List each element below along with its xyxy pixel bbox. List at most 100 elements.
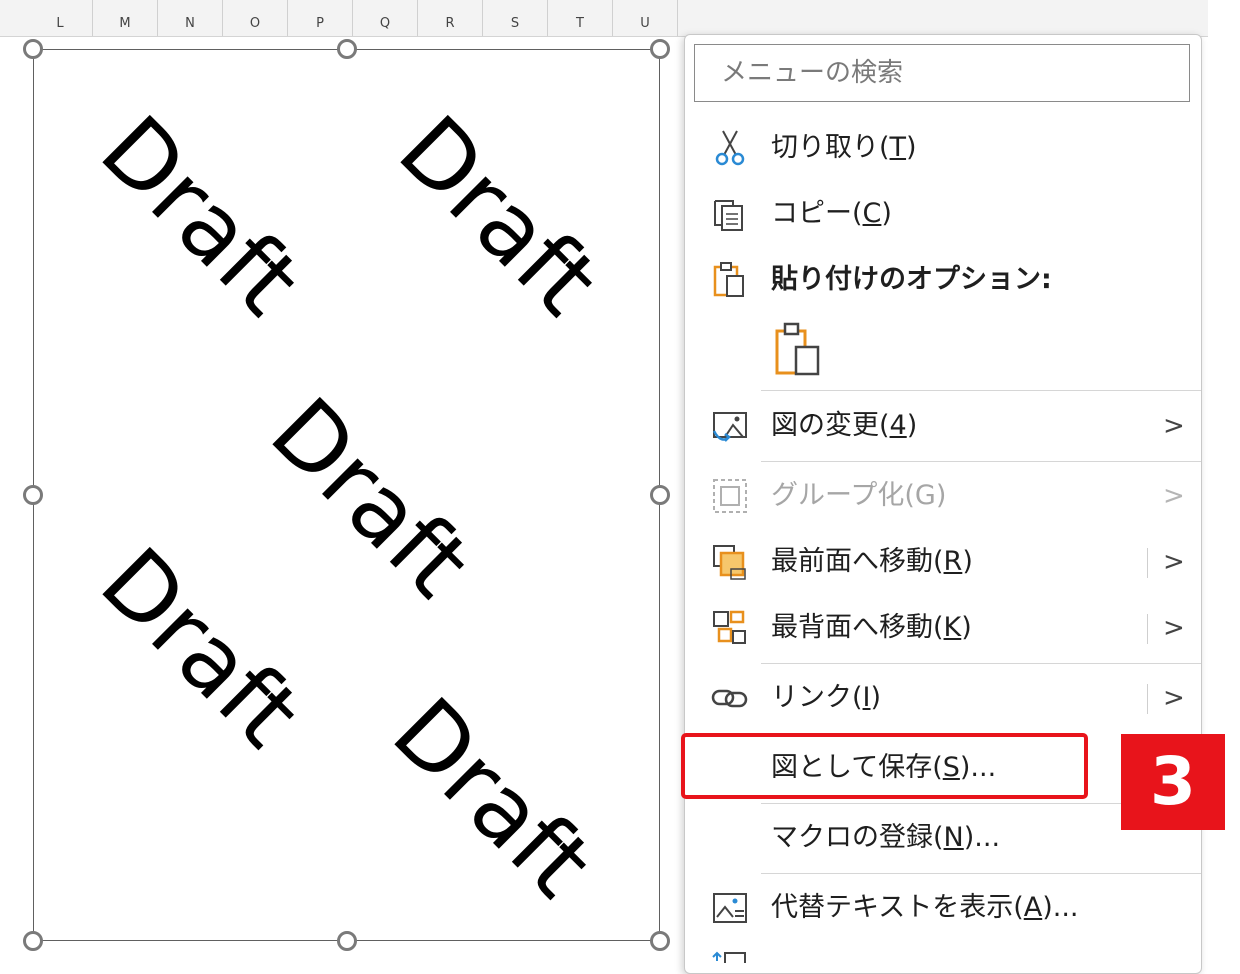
column-header-q[interactable]: Q (353, 0, 418, 36)
paste-options-heading: 貼り付けのオプション: (771, 264, 1052, 295)
menu-item-copy[interactable]: コピー(C) (685, 183, 1201, 245)
group-icon (713, 479, 747, 513)
resize-handle-top-right[interactable] (650, 39, 670, 59)
label-tail: ) (870, 682, 882, 713)
column-header-u[interactable]: U (613, 0, 678, 36)
chevron-right-icon: > (1163, 481, 1185, 511)
label-tail: ) (961, 612, 972, 643)
column-label: T (576, 16, 584, 31)
resize-handle-right[interactable] (650, 485, 670, 505)
column-header-strip: L M N O P Q R S T U (0, 0, 1208, 37)
label-tail: ) (906, 410, 918, 441)
accelerator-key: 4 (889, 410, 907, 441)
highlight-box (681, 733, 1088, 799)
menu-item-bring-to-front[interactable]: 最前面へ移動(R) > (685, 531, 1201, 593)
scissors-icon (715, 130, 745, 166)
resize-handle-bottom[interactable] (337, 931, 357, 951)
chevron-right-icon: > (1163, 411, 1185, 441)
label-tail: ) (962, 546, 973, 577)
column-header-p[interactable]: P (288, 0, 353, 36)
menu-item-change-picture[interactable]: 図の変更(4) > (685, 395, 1201, 457)
column-label: S (510, 16, 520, 31)
menu-item-cut[interactable]: 切り取り(T) (685, 117, 1201, 179)
chevron-right-icon[interactable]: > (1163, 531, 1185, 593)
label-tail: ) (881, 198, 892, 229)
chevron-right-icon[interactable]: > (1163, 667, 1185, 729)
accelerator-key: N (943, 822, 964, 853)
label-text: 図の変更( (771, 410, 890, 441)
copy-icon (714, 200, 743, 231)
menu-item-label: 代替テキストを表示(A)... (771, 877, 1079, 939)
resize-handle-bottom-left[interactable] (23, 931, 43, 951)
column-label: O (249, 16, 261, 31)
split-separator (1147, 684, 1148, 714)
change-picture-icon (712, 412, 747, 442)
label-tail: ) (906, 132, 917, 163)
watermark-text: Draft (250, 377, 491, 618)
menu-item-label: コピー(C) (771, 183, 892, 245)
label-text: コピー( (771, 198, 863, 229)
menu-separator (761, 663, 1201, 664)
accelerator-key: C (862, 198, 882, 229)
accelerator-key: I (862, 682, 871, 713)
watermark-text: Draft (80, 95, 321, 336)
accelerator-key: A (1023, 892, 1043, 923)
column-header-t[interactable]: T (548, 0, 613, 36)
watermark-text: Draft (80, 527, 321, 768)
column-label: U (640, 16, 650, 31)
format-picture-icon (712, 951, 746, 963)
watermark-text: Draft (378, 95, 619, 336)
menu-item-label: 最背面へ移動(K) (771, 597, 972, 659)
resize-handle-top-left[interactable] (23, 39, 43, 59)
menu-search-input[interactable]: メニューの検索 (694, 44, 1190, 102)
resize-handle-top[interactable] (337, 39, 357, 59)
column-header-o[interactable]: O (223, 0, 288, 36)
menu-item-label: マクロの登録(N)... (771, 807, 1000, 869)
resize-handle-left[interactable] (23, 485, 43, 505)
menu-item-label: リンク(I) (771, 667, 881, 729)
label-tail: )... (1042, 892, 1079, 923)
split-separator (1147, 614, 1148, 644)
accelerator-key: R (943, 546, 963, 577)
link-icon (711, 689, 748, 708)
menu-separator (761, 873, 1201, 874)
context-menu: メニューの検索 切り取り(T) コピー(C) 貼り付けのオプション: 図の変更(… (684, 34, 1202, 974)
label-text: 最前面へ移動( (771, 546, 944, 577)
paste-icon (713, 262, 744, 297)
label-text: 切り取り( (771, 132, 890, 163)
column-header-m[interactable]: M (93, 0, 158, 36)
watermark-text: Draft (372, 677, 613, 918)
chevron-right-icon[interactable]: > (1163, 597, 1185, 659)
column-label: M (119, 16, 131, 31)
column-header-l[interactable]: L (28, 0, 93, 36)
menu-separator (761, 461, 1201, 462)
menu-section-paste-options: 貼り付けのオプション: (685, 249, 1201, 311)
alt-text-icon (713, 893, 747, 923)
menu-item-label: 切り取り(T) (771, 117, 917, 179)
label-tail: )... (963, 822, 1001, 853)
label-text: 最背面へ移動( (771, 612, 944, 643)
accelerator-key: T (889, 132, 907, 163)
menu-separator (761, 390, 1201, 391)
column-header-r[interactable]: R (418, 0, 483, 36)
label-text: マクロの登録( (771, 822, 944, 853)
menu-item-group: グループ化(G) > (685, 465, 1201, 527)
column-header-n[interactable]: N (158, 0, 223, 36)
send-to-back-icon (713, 610, 746, 644)
column-label: R (445, 16, 455, 31)
step-number-badge: 3 (1121, 734, 1225, 830)
menu-item-send-to-back[interactable]: 最背面へ移動(K) > (685, 597, 1201, 659)
label-text: 代替テキストを表示( (771, 892, 1024, 923)
selected-picture[interactable]: Draft Draft Draft Draft Draft (33, 49, 660, 941)
resize-handle-bottom-right[interactable] (650, 931, 670, 951)
menu-item-link[interactable]: リンク(I) > (685, 667, 1201, 729)
menu-item-label: グループ化(G) (771, 480, 947, 511)
column-header-s[interactable]: S (483, 0, 548, 36)
split-separator (1147, 548, 1148, 578)
menu-item-label: 図の変更(4) (771, 395, 917, 457)
menu-item-label: 最前面へ移動(R) (771, 531, 973, 593)
menu-item-view-alt-text[interactable]: 代替テキストを表示(A)... (685, 877, 1201, 939)
label-text: リンク( (771, 682, 863, 713)
column-label: N (185, 16, 195, 31)
paste-keep-format-icon[interactable] (773, 321, 823, 377)
